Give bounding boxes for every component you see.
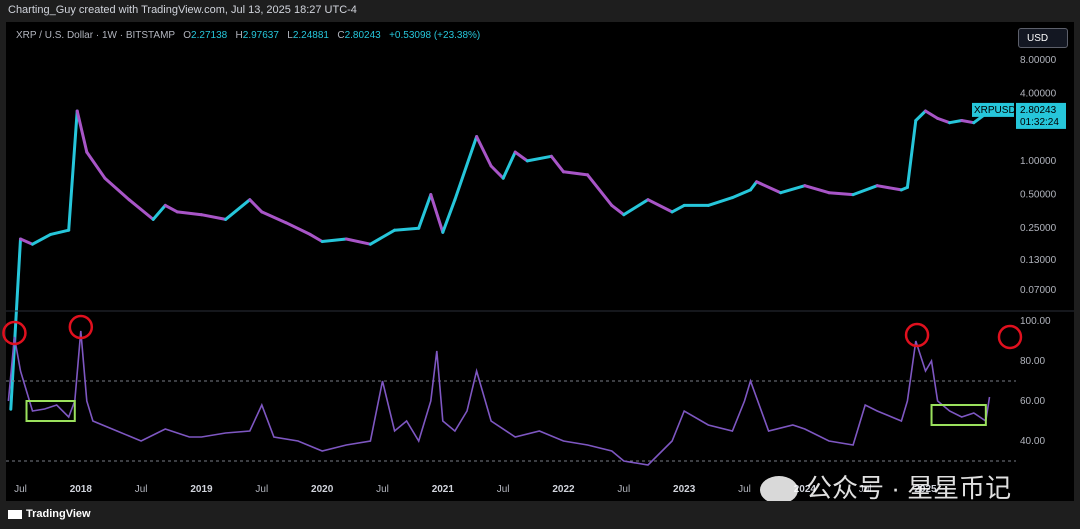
price-axis-label: 0.07000 <box>1020 285 1057 296</box>
price-segment <box>441 198 457 234</box>
price-segment <box>586 173 614 207</box>
price-axis-label: 0.25000 <box>1020 223 1057 234</box>
price-segment <box>513 150 529 163</box>
price-segment <box>875 184 903 192</box>
price-segment <box>475 135 493 168</box>
price-segment <box>646 198 674 214</box>
price-segment <box>549 154 565 174</box>
chart-svg[interactable]: 8.00000 4.00000 1.00000 0.50000 0.25000 0.130… <box>0 0 1080 529</box>
price-segment <box>344 237 372 246</box>
price-segment <box>19 237 34 246</box>
indicator-axis-label: 40.00 <box>1020 436 1045 447</box>
time-axis-label: Jul <box>135 484 148 495</box>
price-segment <box>284 221 312 236</box>
price-segment <box>525 154 553 163</box>
price-segment <box>75 109 89 154</box>
price-segment <box>670 203 686 214</box>
tradingview-icon <box>8 509 22 519</box>
price-segment <box>924 109 940 120</box>
price-segment <box>905 119 918 189</box>
bottom-bar <box>0 501 1080 529</box>
price-segment <box>417 193 433 230</box>
price-segment <box>562 170 590 177</box>
price-segment <box>936 116 952 125</box>
symbol-tag-label: XRPUSD <box>974 105 1016 116</box>
price-segment <box>67 109 79 232</box>
price-segment <box>85 150 107 180</box>
time-axis-label: 2018 <box>70 484 93 495</box>
price-segment <box>320 237 348 243</box>
price-segment <box>948 119 964 125</box>
time-axis-label: Jul <box>255 484 268 495</box>
price-tag-value: 2.80243 <box>1020 105 1057 116</box>
time-axis-label: 2022 <box>552 484 575 495</box>
price-segment <box>827 191 855 197</box>
price-axis-label: 4.00000 <box>1020 89 1057 100</box>
price-segment <box>368 228 397 246</box>
indicator-axis-label: 80.00 <box>1020 356 1045 367</box>
price-segment <box>803 184 831 195</box>
price-segment <box>308 232 324 243</box>
watermark: 公众号 · 星星币记 <box>760 468 1011 505</box>
price-segment <box>851 184 879 197</box>
price-segment <box>706 196 734 207</box>
indicator-axis-label: 60.00 <box>1020 396 1045 407</box>
price-segment <box>49 228 71 236</box>
price-segment <box>501 150 517 180</box>
time-axis-label: 2019 <box>190 484 213 495</box>
indicator-line <box>7 330 991 466</box>
time-axis-label: Jul <box>14 484 27 495</box>
price-segment <box>960 119 976 125</box>
price-segment <box>200 213 228 221</box>
time-axis-label: 2020 <box>311 484 334 495</box>
tradingview-logo[interactable]: TradingView <box>8 508 91 520</box>
time-axis-label: Jul <box>617 484 630 495</box>
price-axis-label: 8.00000 <box>1020 55 1057 66</box>
time-axis-label: 2023 <box>673 484 696 495</box>
price-segment <box>489 164 505 180</box>
wechat-icon <box>760 476 798 505</box>
price-segment <box>163 203 179 214</box>
price-axis-label: 0.13000 <box>1020 255 1057 266</box>
time-axis-label: Jul <box>497 484 510 495</box>
price-axis-label: 1.00000 <box>1020 156 1057 167</box>
price-segment <box>779 184 807 195</box>
price-segment <box>175 210 203 217</box>
price-segment <box>260 210 288 225</box>
indicator-axis-label: 100.00 <box>1020 316 1051 327</box>
price-segment <box>127 198 155 221</box>
price-segment <box>730 188 752 200</box>
price-segment <box>914 109 927 122</box>
price-segment <box>610 203 626 217</box>
price-segment <box>622 198 650 217</box>
price-segment <box>755 180 783 195</box>
price-segment <box>393 226 421 232</box>
time-axis-label: 2021 <box>432 484 455 495</box>
price-segment <box>31 232 53 246</box>
price-axis-label: 0.50000 <box>1020 190 1057 201</box>
price-segment <box>248 198 264 214</box>
red-circle-annotation <box>997 324 1023 350</box>
price-segment <box>429 193 445 234</box>
price-tag-countdown: 01:32:24 <box>1020 117 1059 128</box>
time-axis-label: Jul <box>376 484 389 495</box>
price-segment <box>224 198 252 221</box>
price-segment <box>151 203 167 221</box>
price-segment <box>103 176 131 202</box>
price-segment <box>749 180 759 192</box>
price-segment <box>453 135 479 202</box>
time-axis-label: Jul <box>738 484 751 495</box>
